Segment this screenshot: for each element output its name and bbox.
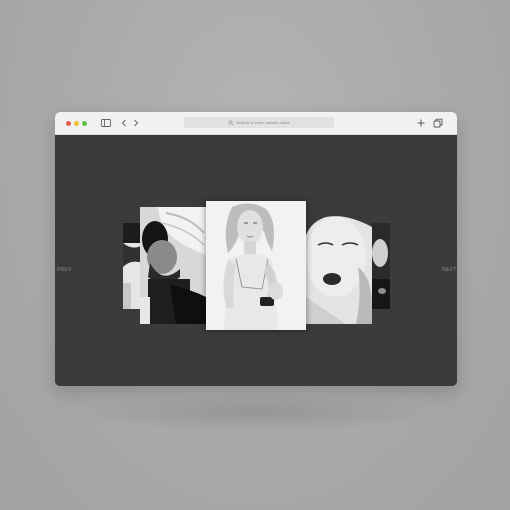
address-placeholder: Search or enter website name: [236, 120, 290, 125]
photo-far-right[interactable]: [372, 223, 390, 309]
forward-icon[interactable]: [130, 117, 142, 129]
sidebar-icon[interactable]: [100, 117, 112, 129]
back-icon[interactable]: [118, 117, 130, 129]
minimize-window-button[interactable]: [74, 121, 79, 126]
photo-woman-watch[interactable]: [206, 201, 306, 330]
tabs-overview-icon[interactable]: [432, 117, 444, 129]
new-tab-icon[interactable]: [415, 117, 427, 129]
close-window-button[interactable]: [66, 121, 71, 126]
next-button[interactable]: NEXT: [442, 267, 456, 273]
photo-man[interactable]: [140, 207, 206, 324]
prev-button[interactable]: PREV: [57, 267, 71, 273]
browser-toolbar: Search or enter website name: [55, 112, 457, 135]
zoom-window-button[interactable]: [82, 121, 87, 126]
search-icon: [228, 120, 234, 125]
address-bar[interactable]: Search or enter website name: [184, 117, 334, 128]
gallery-viewport: PREV NEXT: [55, 135, 457, 386]
floor-shadow: [70, 392, 442, 432]
browser-window: Search or enter website name PREV NEXT: [55, 112, 457, 386]
photo-woman-lips[interactable]: [306, 207, 372, 324]
